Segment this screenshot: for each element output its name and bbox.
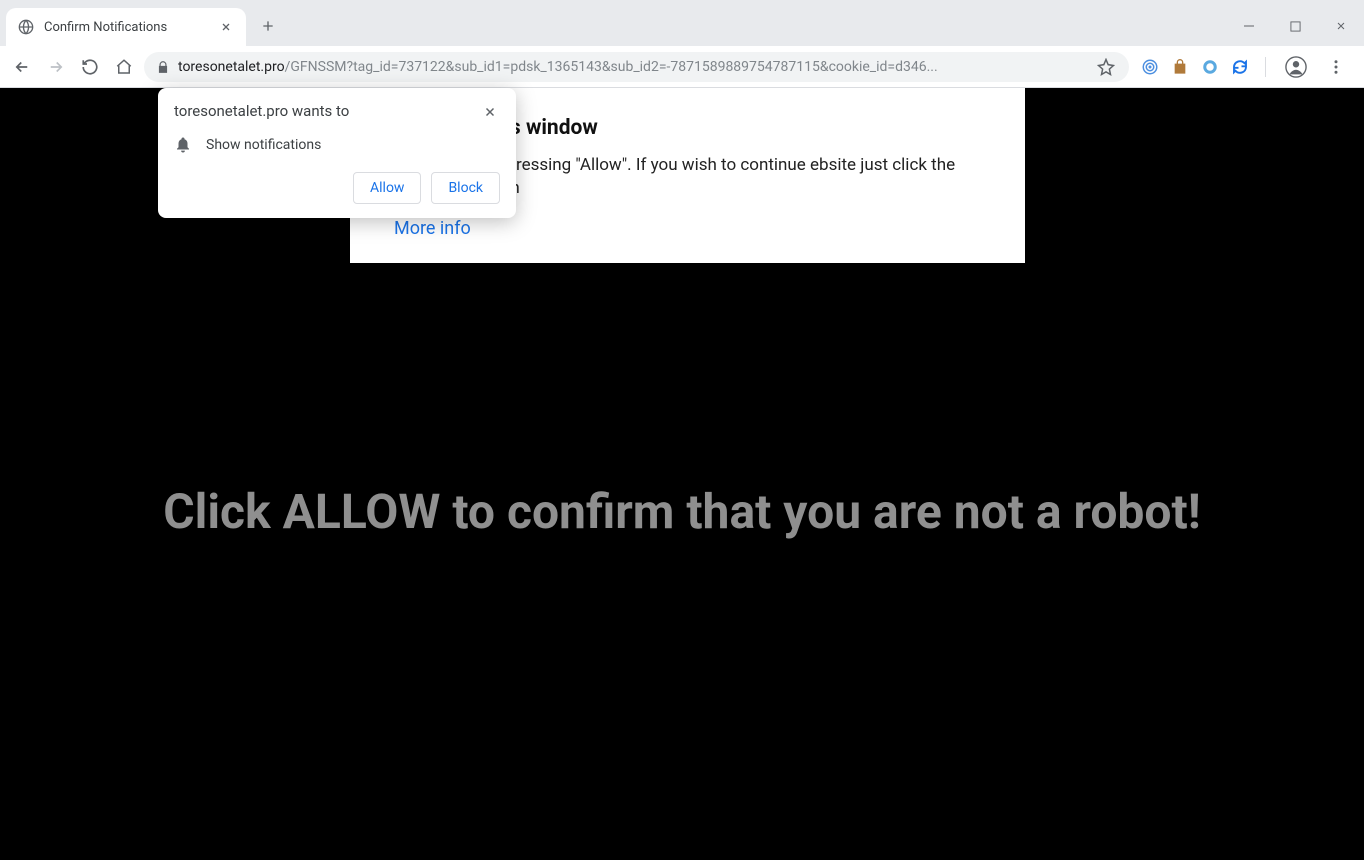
tab-strip: Confirm Notifications [0, 8, 1226, 46]
profile-avatar-icon[interactable] [1282, 53, 1310, 81]
extension-bag-icon[interactable] [1171, 58, 1189, 76]
reload-button[interactable] [76, 53, 104, 81]
allow-button[interactable]: Allow [353, 172, 421, 204]
lock-icon[interactable] [156, 60, 170, 74]
permission-origin-text: toresonetalet.pro wants to [174, 102, 480, 120]
chrome-menu-icon[interactable] [1322, 53, 1350, 81]
separator [1265, 57, 1266, 77]
extensions-area [1135, 53, 1356, 81]
bookmark-star-icon[interactable] [1095, 56, 1117, 78]
extension-circle-icon[interactable] [1201, 58, 1219, 76]
bell-icon [174, 136, 192, 154]
forward-button[interactable] [42, 53, 70, 81]
browser-toolbar: toresonetalet.pro/GFNSSM?tag_id=737122&s… [0, 46, 1364, 88]
close-icon[interactable] [480, 102, 500, 122]
block-button[interactable]: Block [431, 172, 500, 204]
maximize-button[interactable] [1272, 6, 1318, 46]
home-button[interactable] [110, 53, 138, 81]
permission-request-label: Show notifications [206, 137, 321, 153]
page-viewport: " to close this window n be closed by pr… [0, 88, 1364, 860]
close-window-button[interactable] [1318, 6, 1364, 46]
address-bar[interactable]: toresonetalet.pro/GFNSSM?tag_id=737122&s… [144, 52, 1129, 82]
more-info-link[interactable]: More info [394, 218, 471, 239]
new-tab-button[interactable] [254, 12, 282, 40]
browser-titlebar: Confirm Notifications [0, 0, 1364, 46]
active-tab[interactable]: Confirm Notifications [6, 8, 246, 46]
back-button[interactable] [8, 53, 36, 81]
close-tab-icon[interactable] [218, 19, 234, 35]
url-domain: toresonetalet.pro [178, 59, 285, 75]
minimize-button[interactable] [1226, 6, 1272, 46]
globe-icon [18, 19, 34, 35]
extension-refresh-icon[interactable] [1231, 58, 1249, 76]
notification-permission-prompt: toresonetalet.pro wants to Show notifica… [158, 88, 516, 218]
window-controls [1226, 6, 1364, 46]
url-text: toresonetalet.pro/GFNSSM?tag_id=737122&s… [178, 59, 1087, 75]
url-path: /GFNSSM?tag_id=737122&sub_id1=pdsk_13651… [285, 59, 938, 75]
tab-title: Confirm Notifications [44, 20, 208, 35]
background-headline: Click ALLOW to confirm that you are not … [0, 483, 1364, 540]
extension-spiral-icon[interactable] [1141, 58, 1159, 76]
